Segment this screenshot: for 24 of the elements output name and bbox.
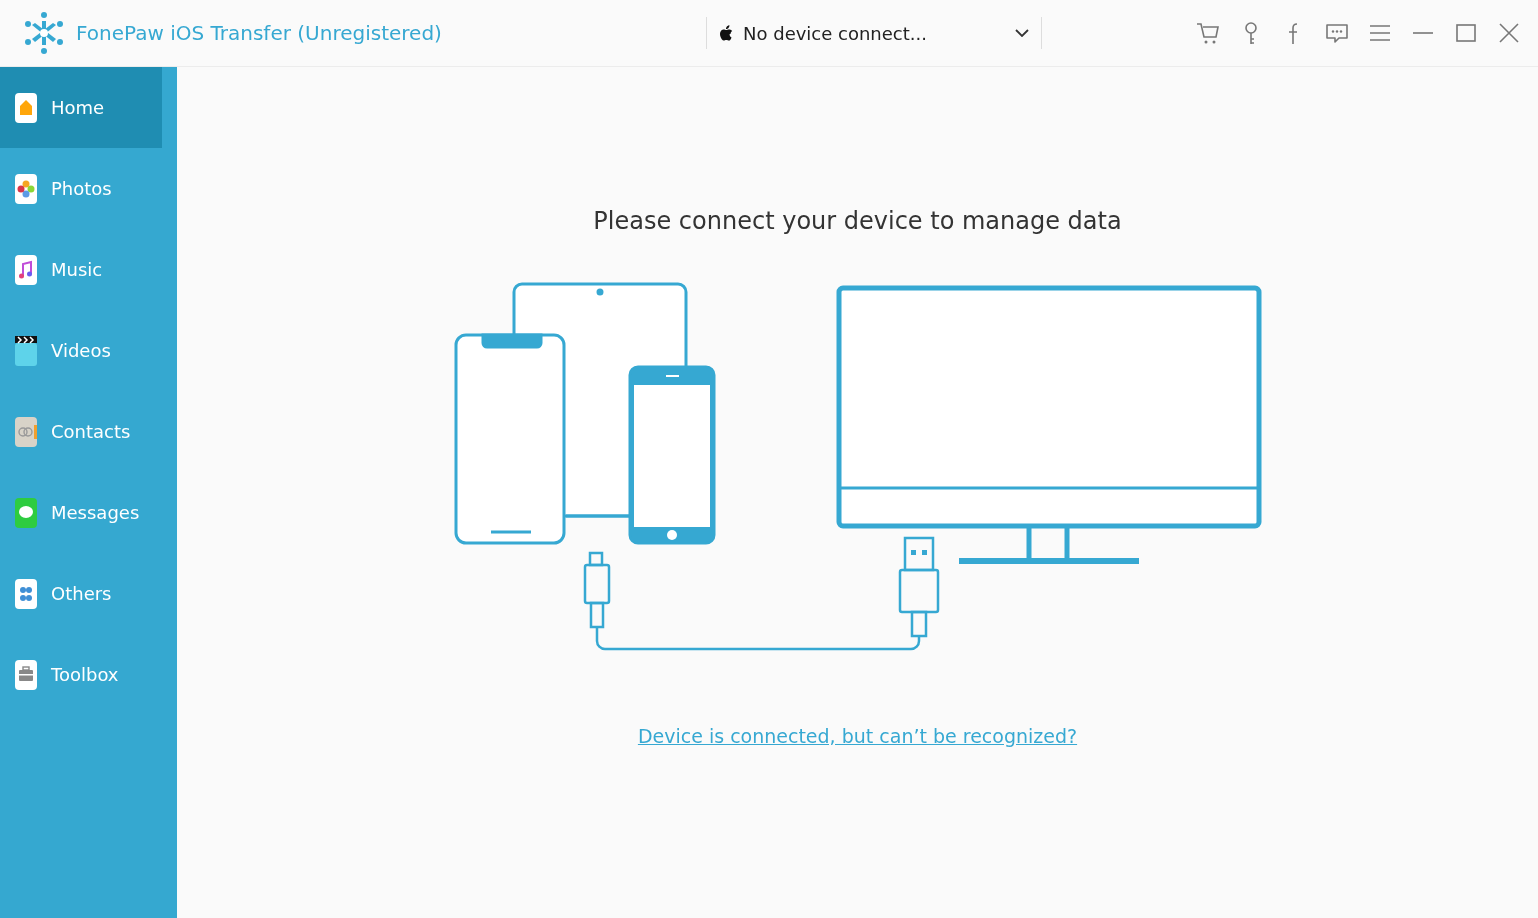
help-link[interactable]: Device is connected, but can’t be recognized? (637, 725, 1078, 747)
four-petal-icon (15, 578, 37, 609)
sidebar-item[interactable]: Music (0, 229, 162, 310)
apple-icon (719, 24, 733, 42)
sidebar-item[interactable]: Videos (0, 310, 162, 391)
window-title: FonePaw iOS Transfer (Unregistered) (76, 21, 442, 45)
flower-icon (15, 173, 37, 204)
sidebar-item[interactable]: Contacts (0, 391, 162, 472)
clapper-icon (15, 335, 37, 366)
sidebar-item[interactable]: Photos (0, 148, 162, 229)
connect-message: Please connect your device to manage data (593, 207, 1122, 235)
speech-bubble-icon (15, 497, 37, 528)
sidebar-item[interactable]: Home (0, 67, 162, 148)
sidebar-item[interactable]: Toolbox (0, 634, 162, 715)
cart-icon[interactable] (1195, 20, 1221, 46)
sidebar-item[interactable]: Messages (0, 472, 162, 553)
chevron-down-icon (1015, 29, 1029, 37)
home-icon (15, 92, 37, 123)
sidebar-item[interactable]: Others (0, 553, 162, 634)
contacts-book-icon (15, 416, 37, 447)
toolbox-icon (15, 659, 37, 690)
device-dropdown[interactable]: No device connect... (707, 13, 1041, 53)
logo-icon (24, 11, 64, 55)
music-note-icon (15, 254, 37, 285)
